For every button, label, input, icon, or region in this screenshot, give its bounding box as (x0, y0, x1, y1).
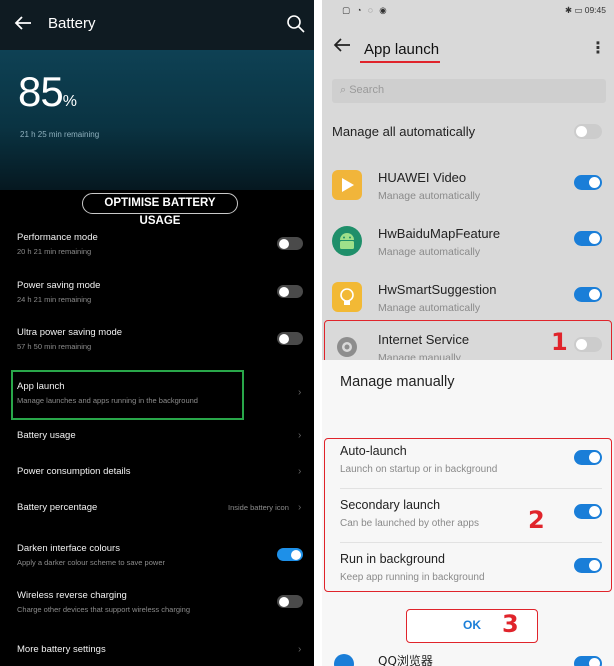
row-more-battery-settings[interactable]: More battery settings › (0, 644, 314, 664)
row-power-saving-mode[interactable]: Power saving mode 24 h 21 min remaining (0, 280, 314, 316)
sheet-title: Manage manually (340, 374, 455, 390)
chevron-right-icon: › (298, 430, 302, 441)
battery-screen: Battery 85% 21 h 25 min remaining OPTIMI… (0, 0, 314, 666)
search-placeholder-text: Search (349, 84, 385, 96)
row-subtitle: Charge other devices that support wirele… (17, 605, 191, 614)
huawei-video-icon (332, 170, 362, 200)
app-name: QQ浏览器 (378, 654, 433, 666)
app-row-huawei-video[interactable]: HUAWEI Video Manage automatically (322, 160, 614, 216)
back-arrow-icon[interactable] (12, 12, 34, 34)
darken-colours-toggle[interactable] (277, 548, 303, 561)
row-battery-usage[interactable]: Battery usage › (0, 430, 314, 450)
app-status: Manage automatically (378, 302, 481, 314)
app-name: HUAWEI Video (378, 170, 467, 185)
row-ultra-power-saving[interactable]: Ultra power saving mode 57 h 50 min rema… (0, 327, 314, 363)
search-icon[interactable] (286, 14, 306, 34)
row-power-consumption[interactable]: Power consumption details › (0, 466, 314, 486)
row-battery-percentage[interactable]: Battery percentage Inside battery icon › (0, 502, 314, 522)
row-darken-colours[interactable]: Darken interface colours Apply a darker … (0, 543, 314, 579)
row-title: Power saving mode (17, 280, 101, 291)
row-performance-mode[interactable]: Performance mode 20 h 21 min remaining (0, 232, 314, 268)
more-options-icon[interactable]: ⋮ (590, 38, 606, 58)
row-wireless-reverse-charging[interactable]: Wireless reverse charging Charge other d… (0, 590, 314, 626)
row-title: Wireless reverse charging (17, 590, 127, 601)
app-name: HwSmartSuggestion (378, 282, 497, 297)
app-launch-highlight (11, 370, 244, 420)
percent-symbol: % (62, 93, 77, 110)
chevron-right-icon: › (298, 466, 302, 477)
manage-all-label: Manage all automatically (332, 124, 476, 139)
title-underline-annotation (360, 61, 440, 63)
ultra-power-saving-toggle[interactable] (277, 332, 303, 345)
page-title: Battery (48, 15, 96, 32)
search-placeholder: ⌕ Search (340, 84, 385, 96)
performance-mode-toggle[interactable] (277, 237, 303, 250)
remaining-time: 21 h 25 min remaining (20, 130, 100, 139)
annotation-number-3: 3 (502, 610, 519, 638)
battery-percentage-value: Inside battery icon (228, 503, 289, 512)
status-icons-right: ✱ ▭ 09:45 (564, 5, 606, 15)
app-name: HwBaiduMapFeature (378, 226, 501, 241)
search-input[interactable]: ⌕ Search (332, 79, 606, 103)
percent-value: 85 (18, 68, 64, 115)
chevron-right-icon: › (298, 644, 302, 655)
power-saving-toggle[interactable] (277, 285, 303, 298)
hwbaidumapfeature-toggle[interactable] (574, 231, 602, 246)
status-bar: ▢ ◔ ◌ ◉ ✱ ▭ 09:45 (322, 0, 614, 20)
row-title: Darken interface colours (17, 543, 120, 554)
qq-browser-icon (334, 654, 354, 666)
page-title: App launch (364, 41, 440, 58)
row-title: Power consumption details (17, 466, 131, 477)
app-row-hwbaidumapfeature[interactable]: HwBaiduMapFeature Manage automatically (322, 216, 614, 272)
chevron-right-icon: › (298, 387, 302, 398)
row-title: Performance mode (17, 232, 98, 243)
manage-all-toggle[interactable] (574, 124, 602, 139)
row-subtitle: 20 h 21 min remaining (17, 247, 92, 256)
qq-browser-toggle[interactable] (574, 656, 602, 666)
header: App launch ⋮ (322, 20, 614, 70)
annotation-number-1: 1 (551, 328, 568, 356)
row-subtitle: Apply a darker colour scheme to save pow… (17, 558, 165, 567)
row-title: Battery usage (17, 430, 76, 441)
wireless-reverse-toggle[interactable] (277, 595, 303, 608)
android-icon (332, 226, 362, 256)
row-title: Battery percentage (17, 502, 98, 513)
chevron-right-icon: › (298, 502, 302, 513)
status-icons-left: ▢ ◔ ◌ ◉ (342, 5, 389, 15)
annotation-box-2 (324, 438, 612, 592)
battery-percentage: 85% (18, 68, 77, 116)
lightbulb-icon (332, 282, 362, 312)
app-row-qq-browser[interactable]: QQ浏览器 (322, 652, 614, 666)
row-subtitle: 57 h 50 min remaining (17, 342, 92, 351)
top-bar: Battery (0, 0, 314, 50)
row-title: Ultra power saving mode (17, 327, 123, 338)
back-arrow-icon[interactable] (332, 36, 352, 54)
app-status: Manage automatically (378, 246, 481, 258)
optimise-battery-button[interactable]: OPTIMISE BATTERY USAGE (82, 193, 238, 227)
app-launch-screen: ▢ ◔ ◌ ◉ ✱ ▭ 09:45 App launch ⋮ ⌕ Search … (322, 0, 614, 666)
manage-manually-sheet: Manage manually Auto-launch Launch on st… (322, 360, 614, 666)
row-title: More battery settings (17, 644, 106, 655)
app-status: Manage automatically (378, 190, 481, 202)
annotation-number-2: 2 (528, 506, 545, 534)
row-subtitle: 24 h 21 min remaining (17, 295, 92, 304)
huawei-video-toggle[interactable] (574, 175, 602, 190)
hwsmartsuggestion-toggle[interactable] (574, 287, 602, 302)
